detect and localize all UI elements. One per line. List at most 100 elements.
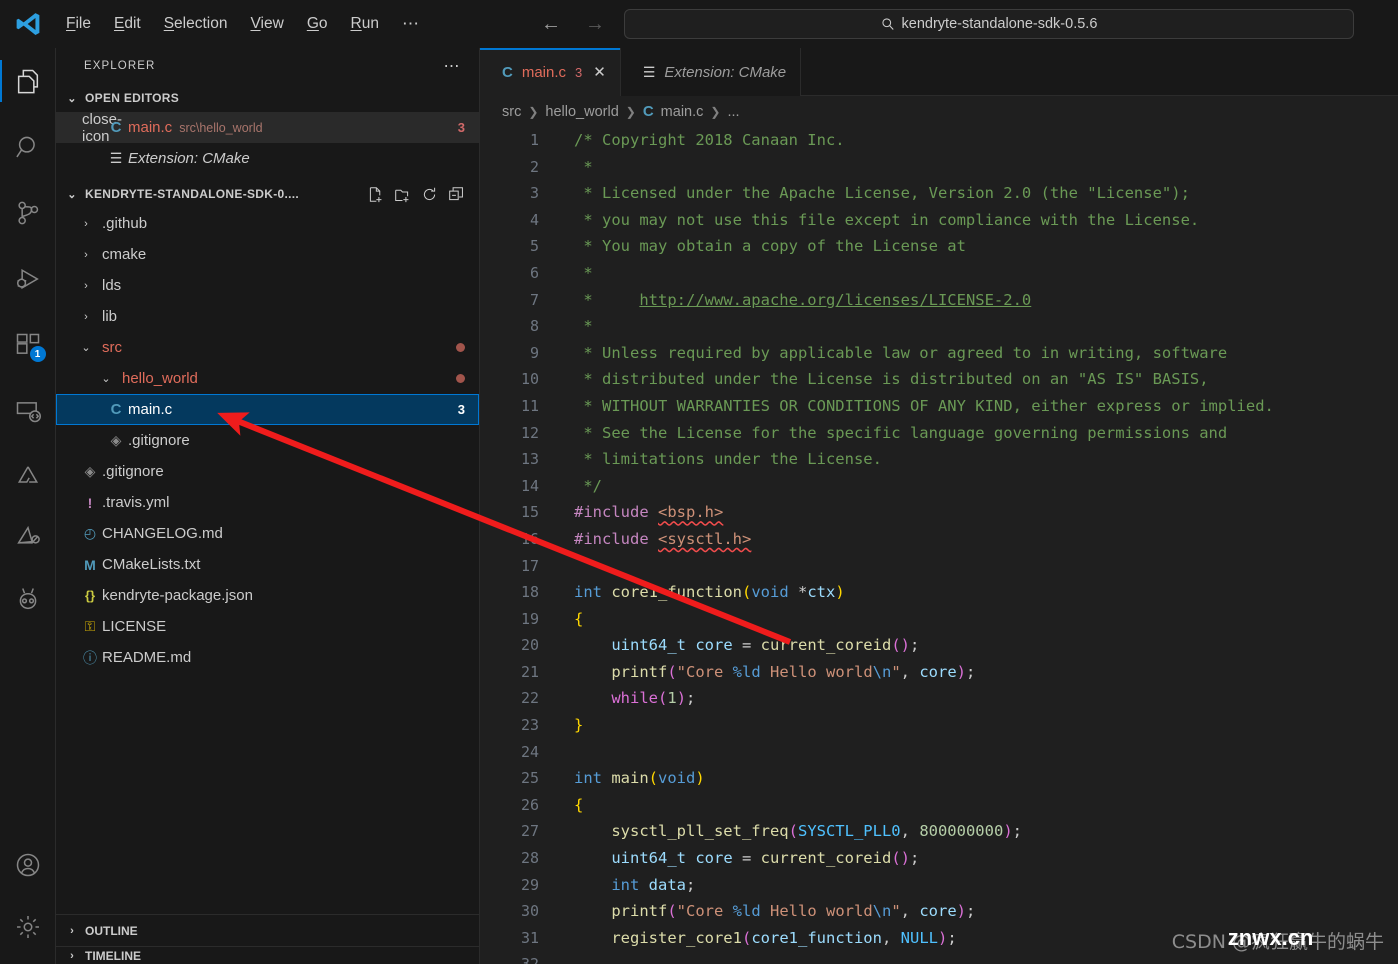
code-line[interactable]: int main(void)	[574, 765, 1398, 792]
code-line[interactable]: * WITHOUT WARRANTIES OR CONDITIONS OF AN…	[574, 393, 1398, 420]
tree-item-gitignore-nested[interactable]: ◈ .gitignore	[56, 425, 479, 456]
activity-item-remote-explorer[interactable]	[0, 378, 56, 444]
code-token: ;	[909, 636, 920, 655]
code-token: (	[667, 662, 677, 681]
tab-main-c[interactable]: C main.c 3 ✕	[480, 48, 621, 96]
code-line[interactable]: printf("Core %ld Hello world\n", core);	[574, 898, 1398, 925]
activity-item-extension-a[interactable]	[0, 444, 56, 506]
activity-item-extensions[interactable]: 1	[0, 312, 56, 378]
c-file-icon: C	[110, 401, 122, 418]
breadcrumb-item-hello-world[interactable]: hello_world	[545, 104, 618, 120]
code-line[interactable]	[574, 553, 1398, 580]
tree-item-src[interactable]: ⌄ src	[56, 332, 479, 363]
sidebar-more-actions-button[interactable]: ⋯	[444, 56, 462, 76]
section-workspace[interactable]: ⌄ KENDRYTE-STANDALONE-SDK-0....	[56, 180, 479, 208]
code-line[interactable]: int core1_function(void *ctx)	[574, 579, 1398, 606]
code-line[interactable]: int data;	[574, 872, 1398, 899]
tree-item-readme-md[interactable]: ⓘ README.md	[56, 642, 479, 673]
code-line[interactable]: * you may not use this file except in co…	[574, 207, 1398, 234]
new-folder-icon[interactable]	[394, 186, 411, 203]
code-line[interactable]: * distributed under the License is distr…	[574, 366, 1398, 393]
close-icon[interactable]: close-icon	[82, 111, 122, 145]
code-line[interactable]: }	[574, 712, 1398, 739]
menu-selection[interactable]: Selection	[154, 11, 238, 37]
section-outline[interactable]: › OUTLINE	[56, 914, 479, 946]
code-token: /* Copyright 2018 Canaan Inc.	[574, 131, 845, 149]
code-line[interactable]: */	[574, 473, 1398, 500]
menu-edit[interactable]: Edit	[104, 11, 151, 37]
tree-item-lds[interactable]: › lds	[56, 270, 479, 301]
code-line[interactable]: * Licensed under the Apache License, Ver…	[574, 180, 1398, 207]
section-open-editors[interactable]: ⌄ OPEN EDITORS	[56, 84, 479, 112]
command-center[interactable]: kendryte-standalone-sdk-0.5.6	[623, 9, 1354, 39]
code-line[interactable]: #include <sysctl.h>	[574, 526, 1398, 553]
tree-item-gitignore-root[interactable]: ◈ .gitignore	[56, 456, 479, 487]
line-number: 26	[520, 795, 539, 814]
tree-item-main-c[interactable]: C main.c 3	[56, 394, 479, 425]
breadcrumb-item-src[interactable]: src	[502, 104, 521, 120]
code-line[interactable]: * limitations under the License.	[574, 446, 1398, 473]
menu-go[interactable]: Go	[297, 11, 338, 37]
menu-bar[interactable]: File Edit Selection View Go Run ⋯	[56, 11, 430, 37]
menu-view[interactable]: View	[240, 11, 293, 37]
open-editor-item-extension-cmake[interactable]: ☰ Extension: CMake	[56, 143, 479, 174]
info-icon: ⓘ	[83, 649, 97, 666]
close-icon[interactable]: ✕	[593, 63, 606, 81]
menu-file[interactable]: File	[56, 11, 101, 37]
activity-item-settings[interactable]	[0, 896, 56, 958]
activity-item-platformio[interactable]	[0, 568, 56, 630]
activity-item-explorer[interactable]	[0, 48, 56, 114]
tree-item-changelog-md[interactable]: ◴ CHANGELOG.md	[56, 518, 479, 549]
code-line[interactable]: printf("Core %ld Hello world\n", core);	[574, 659, 1398, 686]
code-line[interactable]: * See the License for the specific langu…	[574, 420, 1398, 447]
code-line[interactable]: uint64_t core = current_coreid();	[574, 632, 1398, 659]
tree-item-kendryte-package-json[interactable]: {} kendryte-package.json	[56, 580, 479, 611]
code-line[interactable]: *	[574, 154, 1398, 181]
new-file-icon[interactable]	[367, 186, 384, 203]
code-line[interactable]: {	[574, 792, 1398, 819]
code-token: int	[574, 583, 602, 602]
code-editor[interactable]: 1 2 3 4 5 6 7 8 9 10 11 12 13 14 15 16 17 18 19 20 21 22 23 24 2…	[480, 127, 1398, 964]
code-line[interactable]: * http://www.apache.org/licenses/LICENSE…	[574, 287, 1398, 314]
collapse-all-icon[interactable]	[448, 186, 465, 203]
chevron-right-icon: ›	[84, 217, 88, 230]
code-content[interactable]: /* Copyright 2018 Canaan Inc. * * Licens…	[552, 127, 1398, 964]
code-line[interactable]: /* Copyright 2018 Canaan Inc.	[574, 127, 1398, 154]
breadcrumb-item-more[interactable]: ...	[727, 104, 739, 120]
forward-icon[interactable]: →	[584, 13, 606, 36]
tree-item-github[interactable]: › .github	[56, 208, 479, 239]
open-editor-item-main-c[interactable]: close-icon C main.c src\hello_world 3	[56, 111, 479, 145]
code-line[interactable]: uint64_t core = current_coreid();	[574, 845, 1398, 872]
code-line[interactable]	[574, 739, 1398, 766]
tree-item-cmake[interactable]: › cmake	[56, 239, 479, 270]
tree-item-license[interactable]: ⚿ LICENSE	[56, 611, 479, 642]
tree-item-cmakelists-txt[interactable]: M CMakeLists.txt	[56, 549, 479, 580]
menu-more-button[interactable]: ⋯	[392, 12, 430, 36]
tree-item-hello-world[interactable]: ⌄ hello_world	[56, 363, 479, 394]
back-icon[interactable]: ←	[540, 13, 562, 36]
activity-item-search[interactable]	[0, 114, 56, 180]
activity-item-extension-b[interactable]	[0, 506, 56, 568]
refresh-icon[interactable]	[421, 186, 438, 203]
code-line[interactable]: * Unless required by applicable law or a…	[574, 340, 1398, 367]
code-line[interactable]: while(1);	[574, 685, 1398, 712]
code-line[interactable]: *	[574, 260, 1398, 287]
tree-item-travis-yml[interactable]: ! .travis.yml	[56, 487, 479, 518]
activity-item-run-and-debug[interactable]	[0, 246, 56, 312]
activity-item-source-control[interactable]	[0, 180, 56, 246]
menu-run[interactable]: Run	[341, 11, 389, 37]
breadcrumb-item-main-c[interactable]: main.c	[661, 104, 704, 120]
code-line[interactable]: * You may obtain a copy of the License a…	[574, 233, 1398, 260]
code-token: ;	[947, 928, 957, 947]
code-token: *	[574, 157, 593, 176]
tab-extension-cmake[interactable]: ☰ Extension: CMake	[620, 48, 802, 96]
code-line[interactable]: #include <bsp.h>	[574, 499, 1398, 526]
code-token: * WITHOUT WARRANTIES OR CONDITIONS OF AN…	[574, 396, 1274, 415]
code-line[interactable]: *	[574, 313, 1398, 340]
code-line[interactable]: {	[574, 606, 1398, 633]
tree-item-lib[interactable]: › lib	[56, 301, 479, 332]
activity-item-accounts[interactable]	[0, 834, 56, 896]
section-timeline[interactable]: › TIMELINE	[56, 946, 479, 964]
code-line[interactable]: sysctl_pll_set_freq(SYSCTL_PLL0, 8000000…	[574, 818, 1398, 845]
